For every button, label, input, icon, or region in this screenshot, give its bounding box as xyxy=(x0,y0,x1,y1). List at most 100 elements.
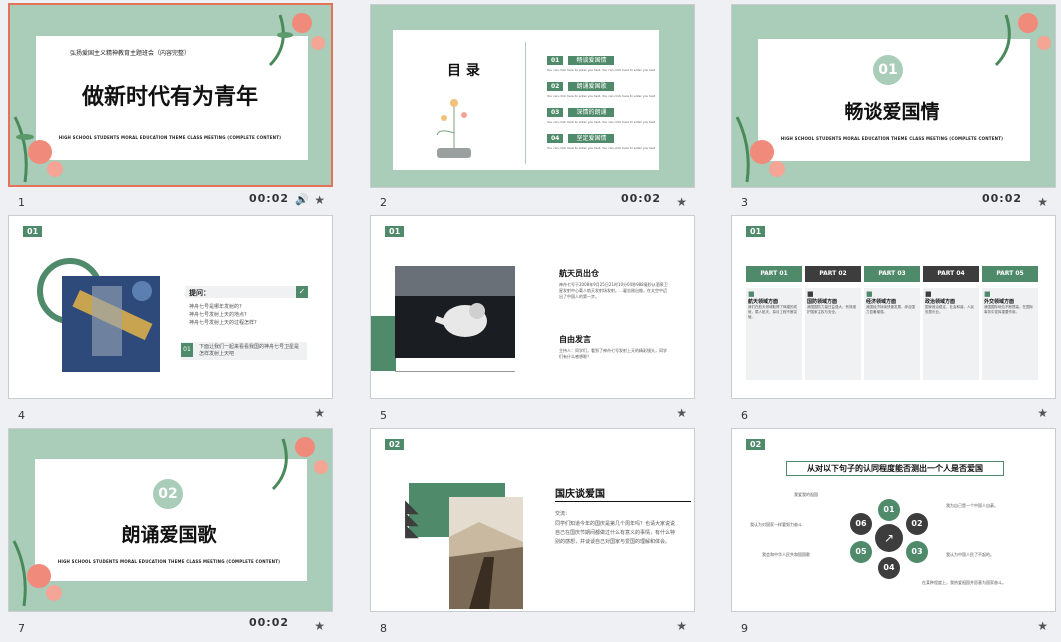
part-text: 我国国防力量日益强大，有效维护国家主权与安全。 xyxy=(807,305,856,314)
part-arrow: PART 03 xyxy=(864,266,920,282)
part-card: ■ 政治领域方面 国家政治稳定，社会和谐，人民安居乐业。 xyxy=(923,288,979,380)
transition-star-icon[interactable]: ★ xyxy=(314,406,325,420)
part-card: ■ 航天领域方面 我们在航天领域取得了辉煌的成就，载人航天、探月工程不断突破。 xyxy=(746,288,802,380)
toc-item[interactable]: 03 深情的朗诵 You can click here to enter you… xyxy=(547,99,657,125)
astronaut-image xyxy=(395,266,515,358)
part-column: PART 01 ■ 航天领域方面 我们在航天领域取得了辉煌的成就，载人航天、探月… xyxy=(746,266,802,380)
slide-7-canvas[interactable]: 02 朗诵爱国歌 HIGH SCHOOL STUDENTS MORAL EDUC… xyxy=(8,428,333,612)
slide-subtitle: HIGH SCHOOL STUDENTS MORAL EDUCATION THE… xyxy=(57,559,281,564)
heading-underline xyxy=(555,501,691,502)
slide-2-canvas[interactable]: 目 录 01 畅谈爱国情 You can click here to enter… xyxy=(370,4,695,188)
parts-row: PART 01 ■ 航天领域方面 我们在航天领域取得了辉煌的成就，载人航天、探月… xyxy=(746,266,1046,380)
section-badge: 01 xyxy=(873,55,903,85)
part-column: PART 02 ■ 国防领域方面 我国国防力量日益强大，有效维护国家主权与安全。 xyxy=(805,266,861,380)
slide-number: 4 xyxy=(18,409,25,422)
slide-3-canvas[interactable]: 01 畅谈爱国情 HIGH SCHOOL STUDENTS MORAL EDUC… xyxy=(731,4,1056,188)
slide-timing: 00:02 xyxy=(248,192,289,205)
step-number: 01 xyxy=(181,343,193,357)
toc-item-number: 02 xyxy=(547,82,564,91)
slide-4-canvas[interactable]: 01 提问： ✓ 神舟七号是哪年发射的? 神舟七号发射上天的地点? 神舟七号发射… xyxy=(8,215,333,399)
toc-item[interactable]: 04 坚定爱国情 You can click here to enter you… xyxy=(547,125,657,151)
slide-5-canvas[interactable]: 01 航天员出仓 神舟七号于2008年9月25日21时10分04秒988毫秒从酒… xyxy=(370,215,695,399)
transition-star-icon[interactable]: ★ xyxy=(314,619,325,633)
slide-subtitle: HIGH SCHOOL STUDENTS MORAL EDUCATION THE… xyxy=(58,135,282,140)
slide-title: 畅谈爱国情 xyxy=(844,101,940,123)
free-speech-heading: 自由发言 xyxy=(559,335,591,344)
part-heading: 经济领域方面 xyxy=(866,299,897,305)
toc-item-label: 坚定爱国情 xyxy=(568,134,615,143)
statement-left: 我爱我的祖国 xyxy=(794,492,818,497)
slide-top-text: 弘扬爱国主义精神教育主题班会（内容完整） xyxy=(70,50,191,57)
part-arrow: PART 01 xyxy=(746,266,802,282)
section-badge: 02 xyxy=(385,439,405,450)
camera-icon: ■ xyxy=(984,290,991,298)
slide-title: 做新时代有为青年 xyxy=(81,85,258,110)
slide-subtitle: HIGH SCHOOL STUDENTS MORAL EDUCATION THE… xyxy=(780,136,1004,141)
free-speech-paragraph: 主持人：同学们，看到了神舟七号发射上天的精彩镜头，同学们有什么感想呢？ xyxy=(559,348,667,359)
toc-item-sub: You can click here to enter you text. Yo… xyxy=(547,146,656,150)
flower-decoration-icon xyxy=(271,437,328,491)
slide-6-canvas[interactable]: 01 PART 01 ■ 航天领域方面 我们在航天领域取得了辉煌的成就，载人航天… xyxy=(731,215,1056,399)
node-01: 01 xyxy=(878,499,900,521)
toc-item-number: 03 xyxy=(547,108,564,117)
part-card: ■ 经济领域方面 我国经济持续快速发展，综合国力显著增强。 xyxy=(864,288,920,380)
great-wall-image xyxy=(449,497,523,609)
statement-right: 在某种程度上，我热爱祖国并愿意为国家奋斗。 xyxy=(922,580,1006,585)
step-text: 下面让我们一起来看看我国的神舟七号卫星是怎样发射上天吧 xyxy=(199,344,300,357)
slide-timing: 00:02 xyxy=(981,192,1022,205)
toc-list: 01 畅谈爱国情 You can click here to enter you… xyxy=(547,47,657,151)
node-04: 04 xyxy=(878,557,900,579)
slide-1-canvas[interactable]: 弘扬爱国主义精神教育主题班会（内容完整） 做新时代有为青年 HIGH SCHOO… xyxy=(8,3,333,187)
slide-number: 1 xyxy=(18,196,25,209)
toc-item[interactable]: 02 朗诵爱国歌 You can click here to enter you… xyxy=(547,73,657,99)
transition-star-icon[interactable]: ★ xyxy=(1037,406,1048,420)
transition-star-icon[interactable]: ★ xyxy=(314,193,325,207)
slide-title: 朗诵爱国歌 xyxy=(121,524,217,546)
node-05: 05 xyxy=(850,541,872,563)
toc-item-number: 04 xyxy=(547,134,564,143)
transition-star-icon[interactable]: ★ xyxy=(676,195,687,209)
transition-star-icon[interactable]: ★ xyxy=(1037,195,1048,209)
slide-title: 从对以下句子的认同程度能否测出一个人是否爱国 xyxy=(786,461,1004,476)
question-line: 神舟七号发射上天的过程怎样? xyxy=(189,320,257,326)
statement-left: 我认为对国家一样要努力奋斗 xyxy=(750,522,802,527)
part-arrow: PART 05 xyxy=(982,266,1038,282)
camera-icon: ■ xyxy=(925,290,932,298)
node-06: 06 xyxy=(850,513,872,535)
part-heading: 航天领域方面 xyxy=(748,299,779,305)
statement-right: 我为自己是一个中国人自豪。 xyxy=(946,503,998,508)
part-heading: 国防领域方面 xyxy=(807,299,838,305)
astronaut-heading: 航天员出仓 xyxy=(559,269,599,278)
question-line: 神舟七号发射上天的地点? xyxy=(189,312,247,318)
part-text: 我国国际地位不断提高，在国际事务中发挥重要作用。 xyxy=(984,305,1033,314)
part-arrow: PART 04 xyxy=(923,266,979,282)
slide-8-canvas[interactable]: 02 ◣ ◣ ◣ 国庆谈爱国 交流： 同学们知道今年的国庆是第几个周年吗？也请大家说… xyxy=(370,428,695,612)
part-text: 国家政治稳定，社会和谐，人民安居乐业。 xyxy=(925,305,974,314)
flower-decoration-icon xyxy=(994,13,1051,67)
toc-item-label: 畅谈爱国情 xyxy=(568,56,615,65)
space-station-image xyxy=(62,276,160,372)
center-chart-icon: ↗ xyxy=(875,524,903,552)
statement-right: 我认为中国人民了不起的。 xyxy=(946,552,994,557)
speaker-icon[interactable]: 🔊 xyxy=(295,193,309,206)
flower-decoration-icon xyxy=(13,116,63,183)
check-icon: ✓ xyxy=(296,286,308,298)
transition-star-icon[interactable]: ★ xyxy=(1037,619,1048,633)
slide-timing: 00:02 xyxy=(248,616,289,629)
question-line: 神舟七号是哪年发射的? xyxy=(189,304,242,310)
transition-star-icon[interactable]: ★ xyxy=(676,619,687,633)
toc-item-label: 深情的朗诵 xyxy=(568,108,615,117)
slide-number: 5 xyxy=(380,409,387,422)
camera-icon: ■ xyxy=(748,290,755,298)
green-block-decoration xyxy=(371,316,396,371)
node-02: 02 xyxy=(906,513,928,535)
part-card: ■ 外交领域方面 我国国际地位不断提高，在国际事务中发挥重要作用。 xyxy=(982,288,1038,380)
node-03: 03 xyxy=(906,541,928,563)
slide-9-canvas[interactable]: 02 从对以下句子的认同程度能否测出一个人是否爱国 ↗ 01 02 03 04 … xyxy=(731,428,1056,612)
toc-item[interactable]: 01 畅谈爱国情 You can click here to enter you… xyxy=(547,47,657,73)
toc-divider xyxy=(525,42,526,164)
part-heading: 政治领域方面 xyxy=(925,299,956,305)
transition-star-icon[interactable]: ★ xyxy=(676,406,687,420)
body-text: 同学们知道今年的国庆是第几个周年吗？也请大家说说自己在国庆节期间都做过什么有意义… xyxy=(555,521,676,545)
slide-number: 6 xyxy=(741,409,748,422)
